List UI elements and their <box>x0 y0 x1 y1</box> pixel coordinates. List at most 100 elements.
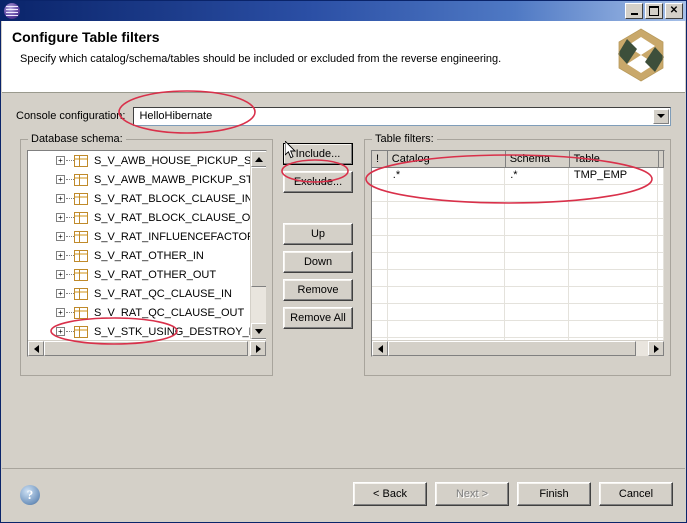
schema-tree-item[interactable]: + S_V_AWB_HOUSE_PICKUP_STATUS <box>28 151 250 170</box>
table-cell-empty[interactable] <box>388 185 506 201</box>
table-cell-empty[interactable] <box>505 236 569 252</box>
table-cell-empty[interactable] <box>505 321 569 337</box>
remove-button[interactable]: Remove <box>283 279 353 301</box>
table-cell[interactable]: .* <box>388 168 506 184</box>
expand-icon[interactable]: + <box>56 213 65 222</box>
scroll-left-button[interactable] <box>28 341 44 356</box>
expand-icon[interactable]: + <box>56 308 65 317</box>
expand-icon[interactable]: + <box>56 289 65 298</box>
table-row-empty[interactable] <box>372 236 664 253</box>
grid-body[interactable]: .* .* TMP_EMP <box>372 168 664 356</box>
table-row-empty[interactable] <box>372 219 664 236</box>
table-cell[interactable]: .* <box>505 168 569 184</box>
table-cell-empty[interactable] <box>372 287 388 303</box>
help-icon[interactable]: ? <box>20 485 40 505</box>
expand-icon[interactable]: + <box>56 251 65 260</box>
schema-tree-item[interactable]: + S_V_STK_USING_DESTROY_PAGE <box>28 322 250 339</box>
table-cell-empty[interactable] <box>505 185 569 201</box>
minimize-button[interactable] <box>625 3 643 19</box>
grid-hscroll-thumb[interactable] <box>388 341 636 356</box>
table-cell-empty[interactable] <box>505 202 569 218</box>
expand-icon[interactable]: + <box>56 156 65 165</box>
scroll-right-button[interactable] <box>250 341 266 356</box>
vscroll-thumb[interactable] <box>251 167 266 287</box>
table-cell-empty[interactable] <box>569 304 658 320</box>
scroll-up-button[interactable] <box>251 151 266 167</box>
table-cell-empty[interactable] <box>388 287 506 303</box>
table-cell-empty[interactable] <box>388 236 506 252</box>
chevron-down-icon[interactable] <box>653 108 669 124</box>
table-row-empty[interactable] <box>372 287 664 304</box>
schema-tree-item[interactable]: + S_V_RAT_BLOCK_CLAUSE_OUT <box>28 208 250 227</box>
table-cell[interactable]: TMP_EMP <box>569 168 658 184</box>
grid-column-header[interactable]: Catalog <box>387 151 506 168</box>
table-row-empty[interactable] <box>372 304 664 321</box>
table-cell-empty[interactable] <box>372 202 388 218</box>
table-cell-empty[interactable] <box>569 185 658 201</box>
expand-icon[interactable]: + <box>56 270 65 279</box>
table-cell-empty[interactable] <box>569 321 658 337</box>
schema-tree-item[interactable]: + S_V_RAT_INFLUENCEFACTOR <box>28 227 250 246</box>
grid-scroll-left-button[interactable] <box>372 341 388 356</box>
grid-column-header[interactable]: Schema <box>505 151 570 168</box>
finish-button[interactable]: Finish <box>517 482 591 506</box>
schema-tree-vscrollbar[interactable] <box>250 151 266 339</box>
expand-icon[interactable]: + <box>56 232 65 241</box>
table-cell[interactable] <box>372 168 388 184</box>
table-cell-empty[interactable] <box>388 253 506 269</box>
expand-icon[interactable]: + <box>56 194 65 203</box>
schema-tree-hscrollbar[interactable] <box>28 340 266 356</box>
table-row-empty[interactable] <box>372 202 664 219</box>
schema-tree-item[interactable]: + S_V_RAT_QC_CLAUSE_IN <box>28 284 250 303</box>
table-cell-empty[interactable] <box>372 304 388 320</box>
grid-column-header[interactable]: ! <box>372 151 388 168</box>
schema-tree-item[interactable]: + S_V_RAT_OTHER_OUT <box>28 265 250 284</box>
table-cell-empty[interactable] <box>505 253 569 269</box>
table-cell-empty[interactable] <box>569 219 658 235</box>
table-filters-grid[interactable]: ! Catalog Schema Table .* .* TMP_EMP <box>371 150 665 357</box>
close-button[interactable]: ✕ <box>665 3 683 19</box>
remove-all-button[interactable]: Remove All <box>283 307 353 329</box>
cancel-button[interactable]: Cancel <box>599 482 673 506</box>
schema-tree-item[interactable]: + S_V_RAT_QC_CLAUSE_OUT <box>28 303 250 322</box>
maximize-button[interactable] <box>645 3 663 19</box>
table-cell-empty[interactable] <box>569 270 658 286</box>
table-cell-empty[interactable] <box>569 287 658 303</box>
table-cell-empty[interactable] <box>372 219 388 235</box>
console-configuration-combo[interactable]: HelloHibernate <box>133 106 671 126</box>
down-button[interactable]: Down <box>283 251 353 273</box>
grid-hscrollbar[interactable] <box>372 340 664 356</box>
schema-tree-list[interactable]: + S_V_AWB_HOUSE_PICKUP_STATUS + S_V_AWB_MAW… <box>28 151 250 339</box>
back-button[interactable]: < Back <box>353 482 427 506</box>
up-button[interactable]: Up <box>283 223 353 245</box>
schema-tree-item[interactable]: + S_V_RAT_OTHER_IN <box>28 246 250 265</box>
table-cell-empty[interactable] <box>372 253 388 269</box>
grid-column-header[interactable]: Table <box>569 151 659 168</box>
exclude-button[interactable]: Exclude... <box>283 171 353 193</box>
expand-icon[interactable]: + <box>56 175 65 184</box>
table-cell-empty[interactable] <box>505 287 569 303</box>
table-cell-empty[interactable] <box>505 270 569 286</box>
schema-tree-item[interactable]: + S_V_AWB_MAWB_PICKUP_STATUS <box>28 170 250 189</box>
schema-tree-item[interactable]: + S_V_RAT_BLOCK_CLAUSE_IN <box>28 189 250 208</box>
grid-scroll-right-button[interactable] <box>648 341 664 356</box>
hscroll-thumb[interactable] <box>44 341 248 356</box>
table-cell-empty[interactable] <box>569 202 658 218</box>
table-row-empty[interactable] <box>372 321 664 338</box>
table-cell-empty[interactable] <box>388 321 506 337</box>
table-row-empty[interactable] <box>372 270 664 287</box>
table-cell-empty[interactable] <box>388 219 506 235</box>
table-cell-empty[interactable] <box>388 304 506 320</box>
scroll-down-button[interactable] <box>251 323 266 339</box>
database-schema-tree[interactable]: + S_V_AWB_HOUSE_PICKUP_STATUS + S_V_AWB_MAW… <box>27 150 267 357</box>
table-cell-empty[interactable] <box>388 270 506 286</box>
table-cell-empty[interactable] <box>372 270 388 286</box>
table-cell-empty[interactable] <box>372 185 388 201</box>
table-row-empty[interactable] <box>372 185 664 202</box>
table-cell-empty[interactable] <box>569 253 658 269</box>
table-cell-empty[interactable] <box>372 321 388 337</box>
table-cell-empty[interactable] <box>388 202 506 218</box>
table-cell-empty[interactable] <box>505 304 569 320</box>
table-cell-empty[interactable] <box>505 219 569 235</box>
expand-icon[interactable]: + <box>56 327 65 336</box>
